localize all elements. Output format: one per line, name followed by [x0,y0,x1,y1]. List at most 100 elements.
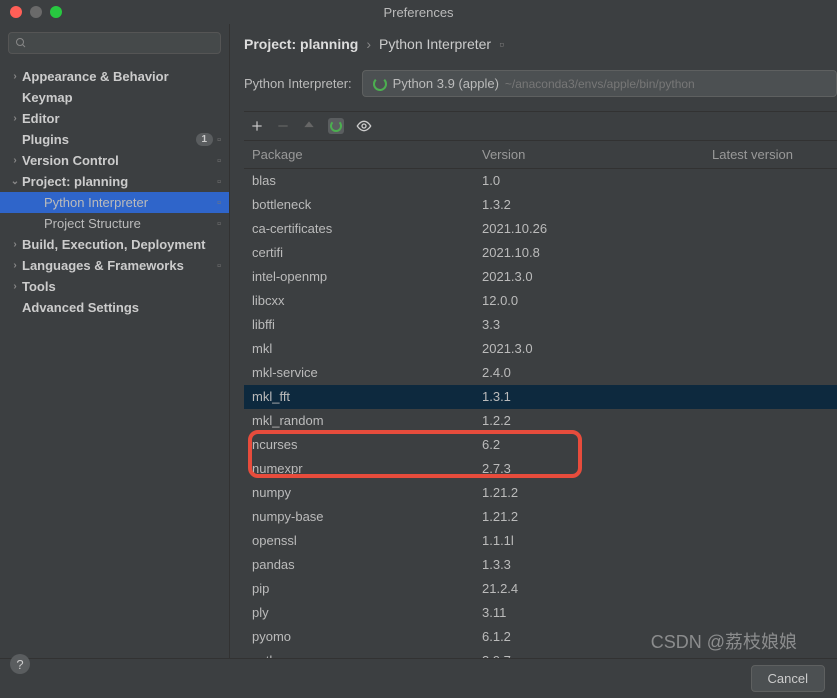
package-row[interactable]: mkl_fft1.3.1 [244,385,837,409]
config-scope-icon: ▫ [499,36,504,52]
cancel-button[interactable]: Cancel [751,665,825,692]
package-row[interactable]: pandas1.3.3 [244,553,837,577]
package-name: blas [252,171,482,191]
interpreter-dropdown[interactable]: Python 3.9 (apple) ~/anaconda3/envs/appl… [362,70,837,97]
interpreter-path: ~/anaconda3/envs/apple/bin/python [505,77,695,91]
breadcrumb: Project: planning › Python Interpreter ▫ [244,36,837,52]
package-latest [712,171,829,191]
maximize-window-button[interactable] [50,6,62,18]
package-row[interactable]: numexpr2.7.3 [244,457,837,481]
package-latest [712,363,829,383]
package-latest [712,435,829,455]
column-package[interactable]: Package [252,147,482,162]
breadcrumb-page: Python Interpreter [379,36,491,52]
package-latest [712,507,829,527]
config-scope-icon: ▫ [217,134,221,146]
search-icon [15,37,27,49]
package-latest [712,267,829,287]
package-latest [712,459,829,479]
package-name: ncurses [252,435,482,455]
sidebar-item-label: Keymap [22,90,221,105]
package-table[interactable]: blas1.0bottleneck1.3.2ca-certificates202… [244,169,837,658]
conda-button[interactable] [328,118,344,134]
add-package-button[interactable] [250,119,264,133]
close-window-button[interactable] [10,6,22,18]
package-version: 21.2.4 [482,579,712,599]
sidebar: ›Appearance & Behavior Keymap ›EditorPlugi… [0,24,230,658]
package-name: mkl_random [252,411,482,431]
traffic-lights [0,6,62,18]
chevron-icon: › [8,113,22,124]
interpreter-name: Python 3.9 (apple) [393,76,499,91]
package-name: intel-openmp [252,267,482,287]
sidebar-item-advanced-settings[interactable]: Advanced Settings [0,297,229,318]
window-title: Preferences [383,5,453,20]
config-scope-icon: ▫ [217,176,221,188]
package-row[interactable]: python3.9.7 [244,649,837,658]
package-name: mkl_fft [252,387,482,407]
package-row[interactable]: bottleneck1.3.2 [244,193,837,217]
sidebar-item-project-structure[interactable]: Project Structure▫ [0,213,229,234]
package-row[interactable]: certifi2021.10.8 [244,241,837,265]
sidebar-item-appearance-behavior[interactable]: ›Appearance & Behavior [0,66,229,87]
package-version: 1.21.2 [482,507,712,527]
package-row[interactable]: ply3.11 [244,601,837,625]
package-version: 1.1.1l [482,531,712,551]
sidebar-item-languages-frameworks[interactable]: ›Languages & Frameworks▫ [0,255,229,276]
package-row[interactable]: openssl1.1.1l [244,529,837,553]
config-scope-icon: ▫ [217,260,221,272]
upgrade-package-button[interactable] [302,119,316,133]
package-row[interactable]: ncurses6.2 [244,433,837,457]
package-row[interactable]: pyomo6.1.2 [244,625,837,649]
package-row[interactable]: libcxx12.0.0 [244,289,837,313]
sidebar-item-build-execution-deployment[interactable]: ›Build, Execution, Deployment [0,234,229,255]
package-version: 2021.10.8 [482,243,712,263]
sidebar-item-editor[interactable]: ›Editor [0,108,229,129]
package-row[interactable]: libffi3.3 [244,313,837,337]
package-name: mkl [252,339,482,359]
interpreter-row: Python Interpreter: Python 3.9 (apple) ~… [244,70,837,97]
titlebar: Preferences [0,0,837,24]
sidebar-item-version-control[interactable]: ›Version Control▫ [0,150,229,171]
remove-package-button[interactable] [276,119,290,133]
minimize-window-button[interactable] [30,6,42,18]
package-row[interactable]: mkl-service2.4.0 [244,361,837,385]
package-version: 1.0 [482,171,712,191]
package-latest [712,627,829,647]
package-row[interactable]: intel-openmp2021.3.0 [244,265,837,289]
sidebar-item-python-interpreter[interactable]: Python Interpreter▫ [0,192,229,213]
sidebar-item-project-planning[interactable]: ⌄Project: planning▫ [0,171,229,192]
package-version: 3.11 [482,603,712,623]
package-row[interactable]: blas1.0 [244,169,837,193]
column-version[interactable]: Version [482,147,712,162]
package-row[interactable]: mkl2021.3.0 [244,337,837,361]
sidebar-item-label: Languages & Frameworks [22,258,217,273]
package-row[interactable]: numpy1.21.2 [244,481,837,505]
package-version: 1.3.3 [482,555,712,575]
sidebar-item-plugins[interactable]: Plugins1▫ [0,129,229,150]
package-row[interactable]: pip21.2.4 [244,577,837,601]
help-button[interactable]: ? [10,654,30,674]
package-latest [712,651,829,658]
badge: 1 [196,133,214,146]
sidebar-item-label: Project Structure [44,216,217,231]
package-name: numpy [252,483,482,503]
sidebar-item-keymap[interactable]: Keymap [0,87,229,108]
package-version: 3.3 [482,315,712,335]
package-latest [712,555,829,575]
package-row[interactable]: ca-certificates2021.10.26 [244,217,837,241]
settings-tree: ›Appearance & Behavior Keymap ›EditorPlugi… [0,62,229,658]
package-version: 12.0.0 [482,291,712,311]
dialog-footer: Cancel [0,658,837,698]
package-latest [712,315,829,335]
package-name: pandas [252,555,482,575]
show-early-releases-button[interactable] [356,118,372,134]
package-row[interactable]: mkl_random1.2.2 [244,409,837,433]
sidebar-item-tools[interactable]: ›Tools [0,276,229,297]
package-version: 2021.3.0 [482,267,712,287]
sidebar-item-label: Version Control [22,153,217,168]
search-input[interactable] [8,32,221,54]
column-latest[interactable]: Latest version [712,147,829,162]
package-name: pip [252,579,482,599]
package-row[interactable]: numpy-base1.21.2 [244,505,837,529]
